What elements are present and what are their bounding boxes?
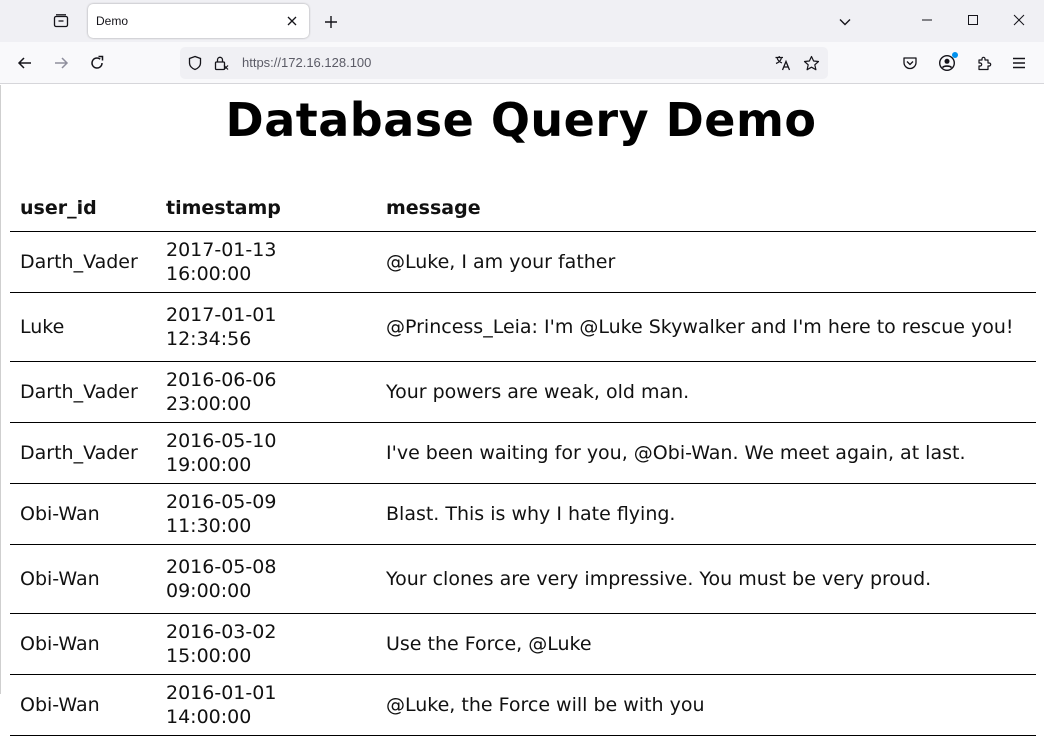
tab-title: Demo xyxy=(96,14,129,28)
table-row: Obi-Wan 2016-01-01 14:00:00 @Luke, the F… xyxy=(10,674,1036,736)
cell-timestamp: 2016-03-02 15:00:00 xyxy=(156,613,376,675)
column-header-message: message xyxy=(376,185,1036,232)
minimize-button[interactable] xyxy=(904,0,950,40)
cell-message: Your powers are weak, old man. xyxy=(376,361,1036,423)
back-button[interactable] xyxy=(11,49,39,77)
table-row: Luke 2017-01-01 12:34:56 @Princess_Leia:… xyxy=(10,292,1036,362)
table-row: Darth_Vader 2016-05-10 19:00:00 I've bee… xyxy=(10,422,1036,484)
close-tab-button[interactable] xyxy=(283,12,301,30)
reload-icon xyxy=(89,55,105,71)
cell-message: Blast. This is why I hate flying. xyxy=(376,483,1036,545)
hamburger-menu-icon xyxy=(1011,55,1027,71)
lock-icon[interactable] xyxy=(213,54,231,72)
cell-timestamp: 2016-05-08 09:00:00 xyxy=(156,544,376,614)
close-icon xyxy=(287,16,297,26)
pocket-button[interactable] xyxy=(898,51,922,75)
tab-strip: Demo xyxy=(0,0,1044,42)
shield-icon[interactable] xyxy=(186,54,204,72)
forward-button[interactable] xyxy=(47,49,75,77)
back-arrow-icon xyxy=(17,55,33,71)
tab-overview-button[interactable] xyxy=(44,6,78,36)
new-tab-button[interactable] xyxy=(318,9,344,35)
cell-message: @Luke, the Force will be with you xyxy=(376,674,1036,736)
maximize-button[interactable] xyxy=(950,0,996,40)
reload-button[interactable] xyxy=(83,49,111,77)
minimize-icon xyxy=(921,14,933,26)
cell-user-id: Obi-Wan xyxy=(10,674,156,736)
puzzle-icon xyxy=(976,55,993,72)
table-row: Darth_Vader 2016-06-06 23:00:00 Your pow… xyxy=(10,361,1036,423)
list-all-tabs-button[interactable] xyxy=(832,9,858,35)
column-header-user-id: user_id xyxy=(10,185,156,232)
tab-overview-icon xyxy=(53,13,69,29)
pocket-icon xyxy=(902,55,918,71)
page-title: Database Query Demo xyxy=(225,93,817,147)
page-content: Database Query Demo user_id timestamp me… xyxy=(0,85,1044,736)
browser-tab-active[interactable]: Demo xyxy=(88,4,309,38)
cell-timestamp: 2016-05-10 19:00:00 xyxy=(156,422,376,484)
table-header-row: user_id timestamp message xyxy=(10,185,1036,232)
cell-message: @Luke, I am your father xyxy=(376,231,1036,293)
cell-timestamp: 2016-05-09 11:30:00 xyxy=(156,483,376,545)
cell-user-id: Obi-Wan xyxy=(10,613,156,675)
table-row: Obi-Wan 2016-05-09 11:30:00 Blast. This … xyxy=(10,483,1036,545)
cell-user-id: Darth_Vader xyxy=(10,361,156,423)
cell-user-id: Obi-Wan xyxy=(10,544,156,614)
cell-message: I've been waiting for you, @Obi-Wan. We … xyxy=(376,422,1036,484)
notification-dot xyxy=(952,52,958,58)
translate-icon[interactable] xyxy=(774,54,792,72)
star-icon[interactable] xyxy=(802,54,820,72)
column-header-timestamp: timestamp xyxy=(156,185,376,232)
account-button[interactable] xyxy=(935,51,959,75)
cell-message: Use the Force, @Luke xyxy=(376,613,1036,675)
cell-message: Your clones are very impressive. You mus… xyxy=(376,544,1036,614)
cell-timestamp: 2017-01-13 16:00:00 xyxy=(156,231,376,293)
table-row: Darth_Vader 2017-01-13 16:00:00 @Luke, I… xyxy=(10,231,1036,293)
cell-user-id: Obi-Wan xyxy=(10,483,156,545)
forward-arrow-icon xyxy=(53,55,69,71)
close-icon xyxy=(1013,14,1025,26)
table-row: Obi-Wan 2016-03-02 15:00:00 Use the Forc… xyxy=(10,613,1036,675)
chevron-down-icon xyxy=(838,15,852,29)
url-text[interactable]: https://172.16.128.100 xyxy=(242,55,371,70)
cell-timestamp: 2017-01-01 12:34:56 xyxy=(156,292,376,362)
cell-timestamp: 2016-01-01 14:00:00 xyxy=(156,674,376,736)
extensions-button[interactable] xyxy=(972,51,996,75)
cell-message: @Princess_Leia: I'm @Luke Skywalker and … xyxy=(376,292,1036,362)
maximize-icon xyxy=(967,14,979,26)
cell-user-id: Darth_Vader xyxy=(10,422,156,484)
table-row: Obi-Wan 2016-05-08 09:00:00 Your clones … xyxy=(10,544,1036,614)
cell-timestamp: 2016-06-06 23:00:00 xyxy=(156,361,376,423)
plus-icon xyxy=(324,15,338,29)
close-window-button[interactable] xyxy=(996,0,1042,40)
cell-user-id: Darth_Vader xyxy=(10,231,156,293)
address-bar[interactable]: https://172.16.128.100 xyxy=(180,47,828,79)
app-menu-button[interactable] xyxy=(1007,51,1031,75)
cell-user-id: Luke xyxy=(10,292,156,362)
navigation-toolbar: https://172.16.128.100 xyxy=(0,42,1044,84)
results-table: user_id timestamp message Darth_Vader 20… xyxy=(10,185,1036,736)
